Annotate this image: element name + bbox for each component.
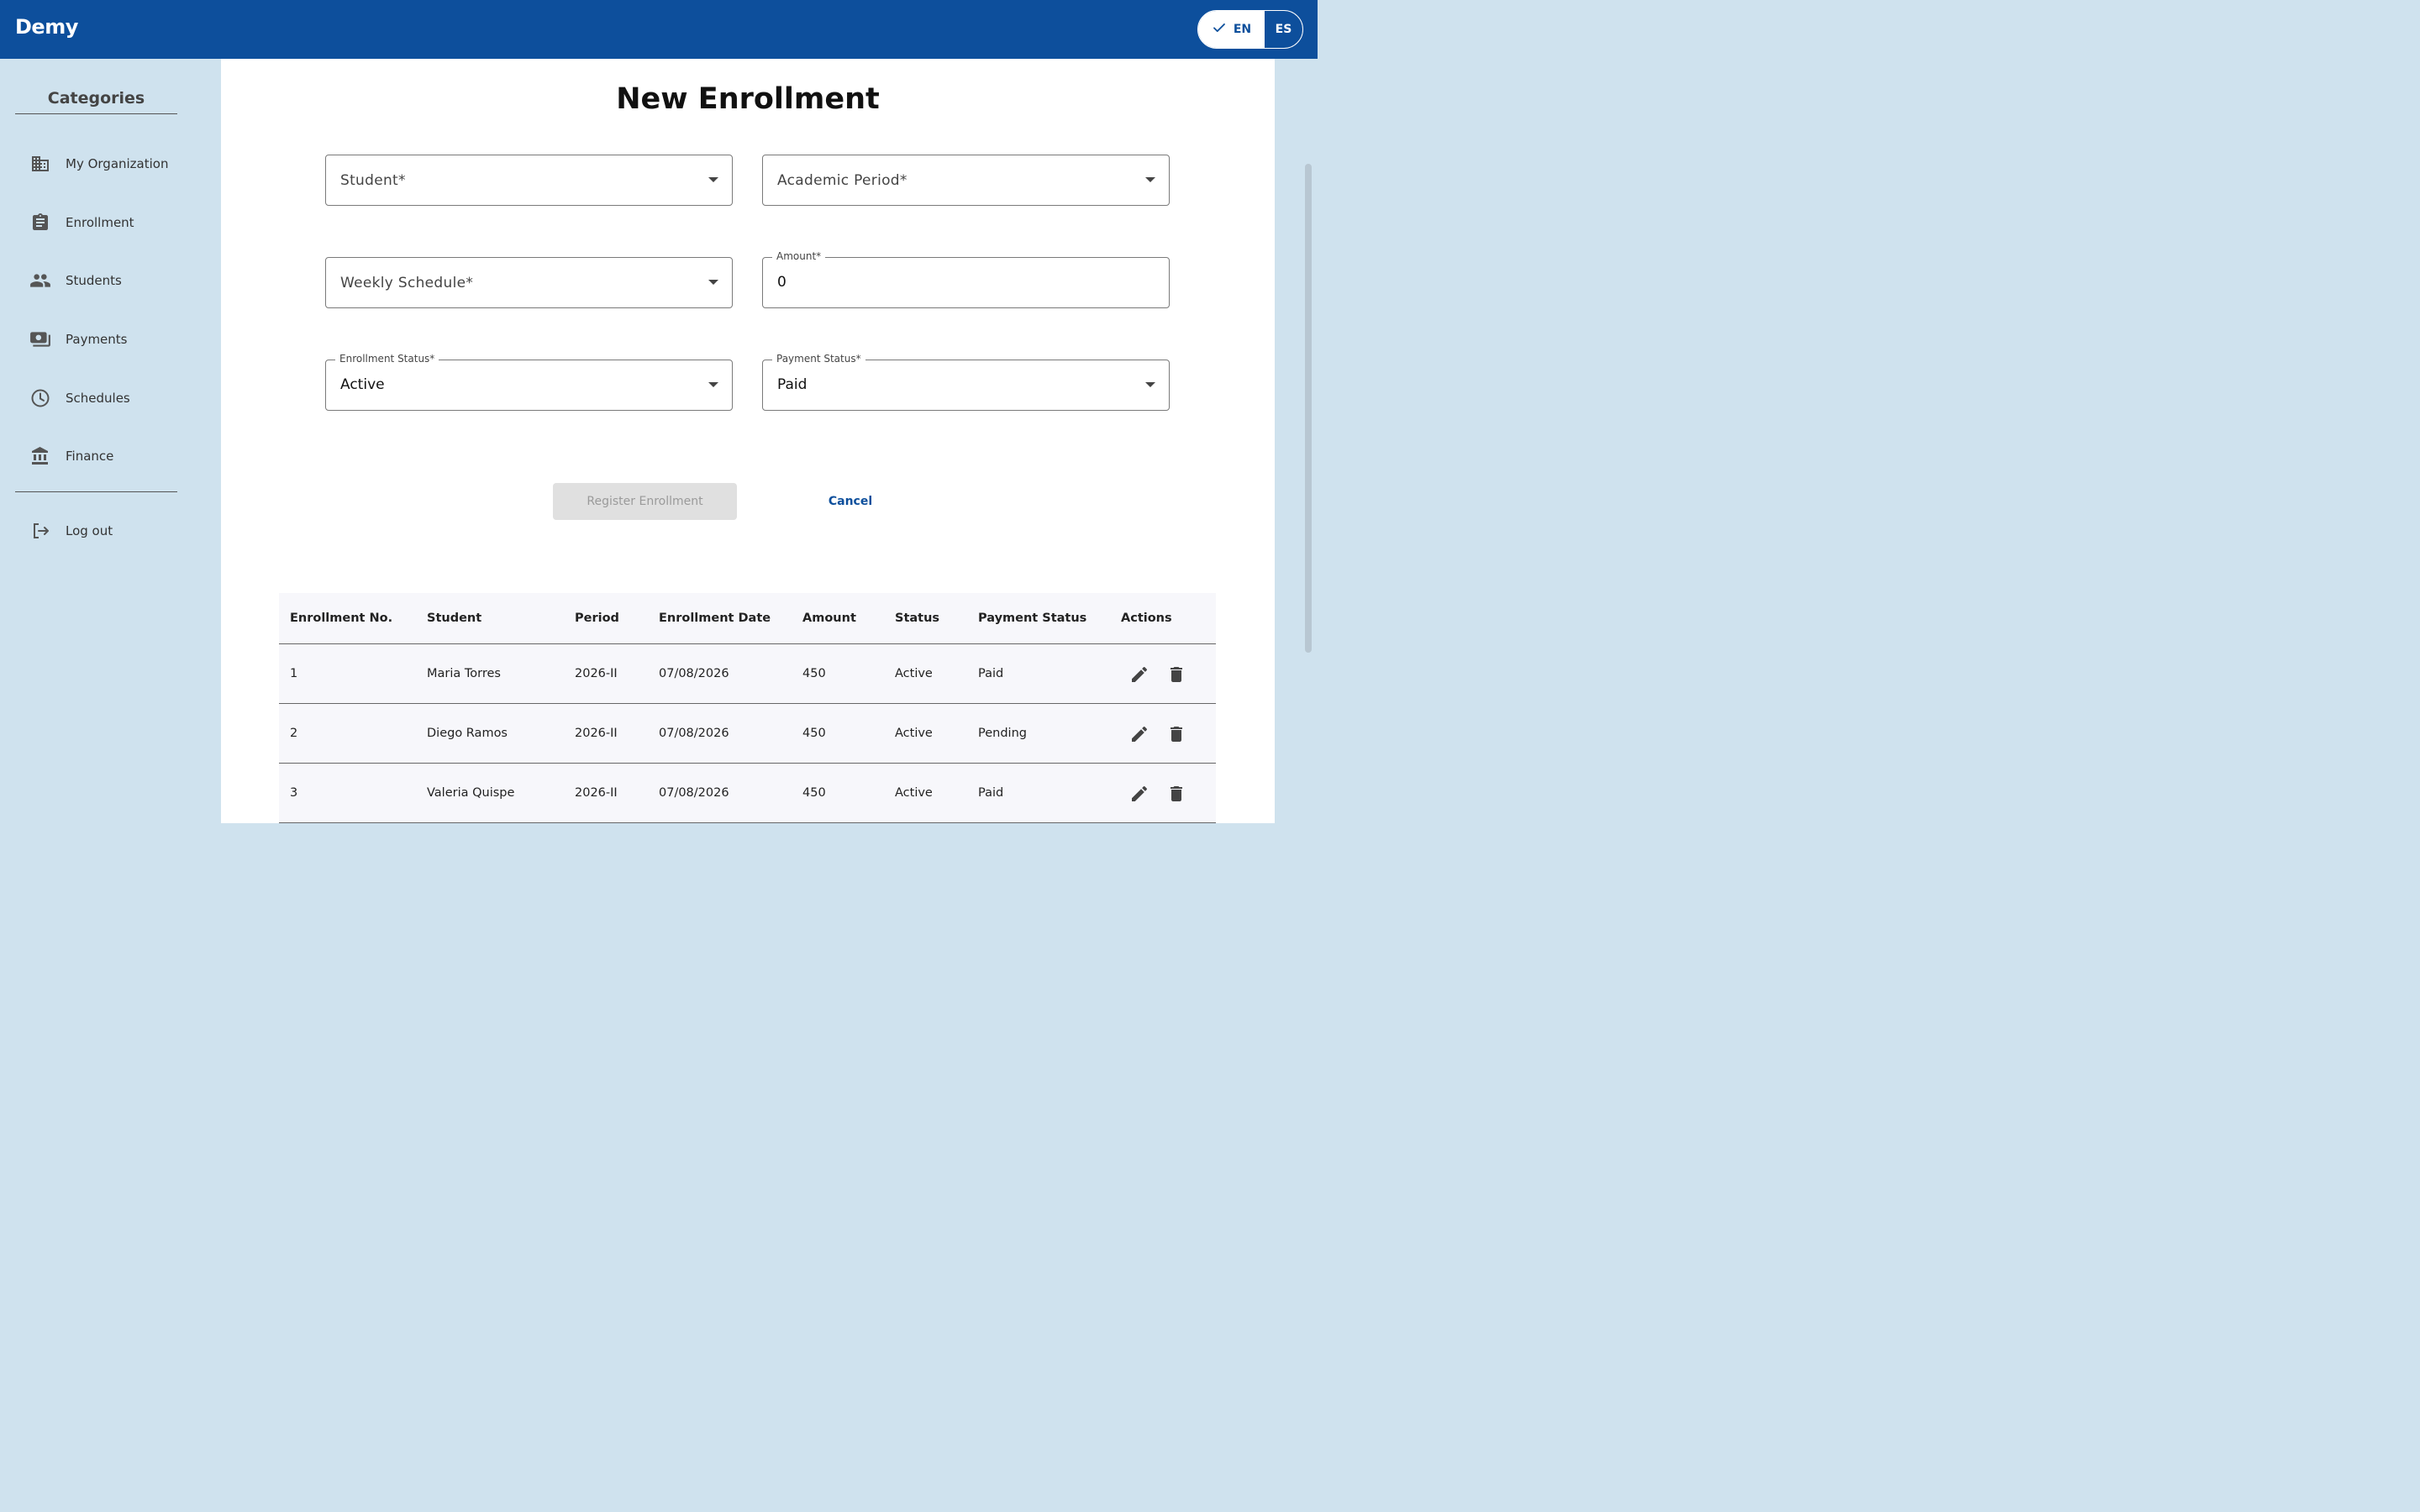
- sidebar-item-label: Finance: [66, 449, 114, 464]
- cancel-button[interactable]: Cancel: [809, 483, 892, 520]
- dropdown-arrow-icon: [708, 280, 718, 285]
- lang-en-label: EN: [1233, 23, 1252, 36]
- sidebar-item-label: Payments: [66, 332, 128, 347]
- cell-enrollment-date: 07/08/2026: [659, 786, 729, 800]
- cell-amount: 450: [802, 786, 826, 800]
- language-toggle: EN ES: [1197, 10, 1303, 49]
- cell-period: 2026-II: [575, 667, 618, 680]
- logout-icon: [29, 519, 52, 543]
- building-icon: [29, 152, 52, 176]
- page-title: New Enrollment: [616, 82, 880, 116]
- cell-enrollment-date: 07/08/2026: [659, 667, 729, 680]
- cell-enrollment-no: 3: [290, 786, 298, 800]
- column-header[interactable]: Student: [427, 593, 481, 643]
- cell-status: Active: [895, 786, 933, 800]
- sidebar-item-label: Students: [66, 273, 122, 288]
- sidebar-item-payments[interactable]: Payments: [29, 323, 197, 356]
- sidebar-item-label: Log out: [66, 523, 113, 538]
- payment-status-value: Paid: [777, 376, 808, 393]
- sidebar-item-label: Enrollment: [66, 215, 134, 230]
- cell-amount: 450: [802, 667, 826, 680]
- dropdown-arrow-icon: [708, 382, 718, 387]
- payment-status-select[interactable]: Payment Status* Paid: [762, 353, 1170, 411]
- dropdown-arrow-icon: [708, 177, 718, 182]
- sidebar-item-my-organization[interactable]: My Organization: [29, 147, 197, 181]
- amount-label: Amount*: [772, 250, 826, 262]
- edit-icon[interactable]: [1129, 664, 1150, 685]
- lang-es-button[interactable]: ES: [1265, 11, 1302, 48]
- sidebar-item-students[interactable]: Students: [29, 264, 197, 297]
- cell-period: 2026-II: [575, 727, 618, 740]
- people-icon: [29, 269, 52, 292]
- sidebar-divider-bottom: [15, 491, 177, 492]
- enrollment-status-select[interactable]: Enrollment Status* Active: [325, 353, 733, 411]
- academic-period-select[interactable]: Academic Period*: [762, 155, 1170, 206]
- check-icon: [1212, 20, 1227, 39]
- weekly-schedule-select[interactable]: Weekly Schedule*: [325, 257, 733, 308]
- amount-value: 0: [777, 274, 786, 291]
- academic-period-placeholder: Academic Period*: [777, 172, 908, 189]
- column-header[interactable]: Amount: [802, 593, 856, 643]
- table-row: 1 Maria Torres 2026-II 07/08/2026 450 Ac…: [279, 644, 1216, 704]
- table-header-row: Enrollment No. Student Period Enrollment…: [279, 593, 1216, 644]
- sidebar-item-finance[interactable]: Finance: [29, 439, 197, 473]
- brand-logo[interactable]: Demy: [15, 15, 78, 39]
- dropdown-arrow-icon: [1145, 177, 1155, 182]
- weekly-schedule-placeholder: Weekly Schedule*: [340, 275, 474, 291]
- cell-student: Valeria Quispe: [427, 786, 515, 800]
- delete-icon[interactable]: [1166, 664, 1186, 685]
- cell-student: Maria Torres: [427, 667, 501, 680]
- sidebar-divider-top: [15, 113, 177, 114]
- dropdown-arrow-icon: [1145, 382, 1155, 387]
- column-header[interactable]: Period: [575, 593, 619, 643]
- enrollments-table: Enrollment No. Student Period Enrollment…: [279, 593, 1216, 823]
- payments-icon: [29, 328, 52, 351]
- cell-amount: 450: [802, 727, 826, 740]
- main-content: New Enrollment Student* Academic Period*…: [221, 59, 1275, 823]
- delete-icon[interactable]: [1166, 724, 1186, 744]
- column-header[interactable]: Payment Status: [978, 593, 1086, 643]
- clipboard-icon: [29, 211, 52, 234]
- delete-icon[interactable]: [1166, 784, 1186, 804]
- column-header: Actions: [1121, 612, 1172, 625]
- column-header[interactable]: Enrollment Date: [659, 593, 771, 643]
- column-header[interactable]: Status: [895, 593, 939, 643]
- student-placeholder: Student*: [340, 172, 406, 189]
- sidebar-title: Categories: [47, 89, 145, 108]
- bank-icon: [29, 444, 52, 468]
- enrollment-status-value: Active: [340, 376, 385, 393]
- sidebar: Categories My Organization Enrollment St…: [0, 59, 221, 823]
- cell-status: Active: [895, 667, 933, 680]
- enrollment-status-label: Enrollment Status*: [335, 353, 439, 365]
- cell-enrollment-no: 2: [290, 727, 298, 740]
- sidebar-item-schedules[interactable]: Schedules: [29, 381, 197, 415]
- cell-payment-status: Paid: [978, 786, 1004, 800]
- column-header[interactable]: Enrollment No.: [290, 593, 392, 643]
- sidebar-item-logout[interactable]: Log out: [29, 514, 197, 548]
- cell-enrollment-no: 1: [290, 667, 298, 680]
- cell-status: Active: [895, 727, 933, 740]
- sidebar-item-enrollment[interactable]: Enrollment: [29, 206, 197, 239]
- cell-payment-status: Paid: [978, 667, 1004, 680]
- lang-en-button[interactable]: EN: [1198, 11, 1265, 48]
- cell-enrollment-date: 07/08/2026: [659, 727, 729, 740]
- sidebar-item-label: My Organization: [66, 156, 169, 171]
- app-header: Demy EN ES: [0, 0, 1318, 59]
- edit-icon[interactable]: [1129, 724, 1150, 744]
- payment-status-label: Payment Status*: [772, 353, 865, 365]
- edit-icon[interactable]: [1129, 784, 1150, 804]
- sidebar-item-label: Schedules: [66, 391, 130, 406]
- amount-input[interactable]: Amount* 0: [762, 250, 1170, 308]
- table-row: 2 Diego Ramos 2026-II 07/08/2026 450 Act…: [279, 704, 1216, 764]
- student-select[interactable]: Student*: [325, 155, 733, 206]
- clock-icon: [29, 386, 52, 410]
- table-row: 3 Valeria Quispe 2026-II 07/08/2026 450 …: [279, 764, 1216, 823]
- cell-payment-status: Pending: [978, 727, 1027, 740]
- cell-period: 2026-II: [575, 786, 618, 800]
- cell-student: Diego Ramos: [427, 727, 508, 740]
- register-enrollment-button[interactable]: Register Enrollment: [553, 483, 737, 520]
- vertical-scrollbar[interactable]: [1305, 164, 1312, 653]
